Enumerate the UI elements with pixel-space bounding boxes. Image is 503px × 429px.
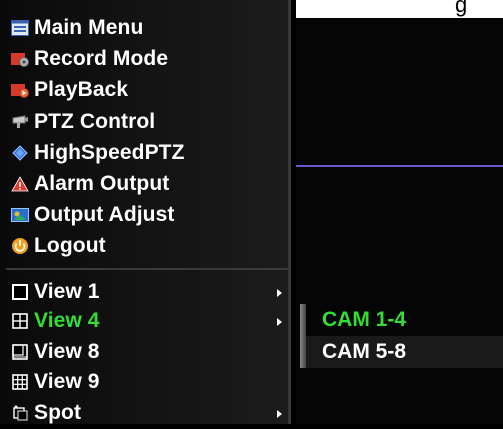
alarm-output-icon <box>10 174 30 194</box>
menu-item-record-mode[interactable]: Record Mode <box>0 43 289 75</box>
output-adjust-icon <box>10 205 30 225</box>
view-9-icon <box>10 372 30 392</box>
submenu-item-cam-5-8[interactable]: CAM 5-8 <box>300 336 503 368</box>
playback-icon <box>10 80 30 100</box>
menu-item-label: PTZ Control <box>34 110 156 133</box>
context-menu: Main Menu Record Mode PlayBack PTZ Contr… <box>0 0 291 424</box>
submenu-item-bar <box>300 336 306 368</box>
submenu-arrow-icon <box>277 410 282 418</box>
background-purple-line <box>296 165 503 167</box>
menu-item-label: PlayBack <box>34 78 129 101</box>
menu-item-label: Alarm Output <box>34 172 170 195</box>
spot-icon <box>10 403 30 423</box>
menu-item-label: HighSpeedPTZ <box>34 141 185 164</box>
menu-item-alarm-output[interactable]: Alarm Output <box>0 168 289 200</box>
logout-icon <box>10 236 30 256</box>
menu-item-label: View 1 <box>34 280 100 303</box>
high-speed-ptz-icon <box>10 143 30 163</box>
view-1-icon <box>10 282 30 302</box>
menu-item-label: View 4 <box>34 309 100 332</box>
background-white-strip: g <box>296 0 503 18</box>
submenu-arrow-icon <box>277 318 282 326</box>
menu-item-label: Spot <box>34 401 82 424</box>
menu-item-spot[interactable]: Spot <box>0 397 289 429</box>
submenu-arrow-icon <box>277 289 282 297</box>
record-mode-icon <box>10 49 30 69</box>
menu-item-logout[interactable]: Logout <box>0 230 289 262</box>
menu-item-label: Main Menu <box>34 16 144 39</box>
menu-divider <box>6 268 288 270</box>
menu-item-ptz-control[interactable]: PTZ Control <box>0 106 289 138</box>
menu-item-high-speed-ptz[interactable]: HighSpeedPTZ <box>0 137 289 169</box>
view-4-submenu: CAM 1-4 CAM 5-8 <box>300 304 503 368</box>
menu-item-view-9[interactable]: View 9 <box>0 366 289 398</box>
menu-item-main-menu[interactable]: Main Menu <box>0 12 289 44</box>
ptz-control-icon <box>10 112 30 132</box>
menu-item-playback[interactable]: PlayBack <box>0 74 289 106</box>
menu-item-view-4[interactable]: View 4 <box>0 305 289 337</box>
menu-item-label: View 8 <box>34 340 100 363</box>
menu-item-output-adjust[interactable]: Output Adjust <box>0 199 289 231</box>
submenu-item-bar <box>300 304 306 336</box>
menu-item-label: Output Adjust <box>34 203 175 226</box>
submenu-item-cam-1-4[interactable]: CAM 1-4 <box>300 304 503 336</box>
submenu-item-label: CAM 5-8 <box>322 340 407 363</box>
submenu-item-label: CAM 1-4 <box>322 308 407 331</box>
background-clipped-text: g <box>455 0 468 17</box>
menu-item-label: Record Mode <box>34 47 169 70</box>
menu-item-view-1[interactable]: View 1 <box>0 276 289 308</box>
menu-item-view-8[interactable]: View 8 <box>0 336 289 368</box>
menu-item-label: View 9 <box>34 370 100 393</box>
view-8-icon <box>10 342 30 362</box>
menu-item-label: Logout <box>34 234 106 257</box>
view-4-icon <box>10 311 30 331</box>
main-menu-icon <box>10 18 30 38</box>
